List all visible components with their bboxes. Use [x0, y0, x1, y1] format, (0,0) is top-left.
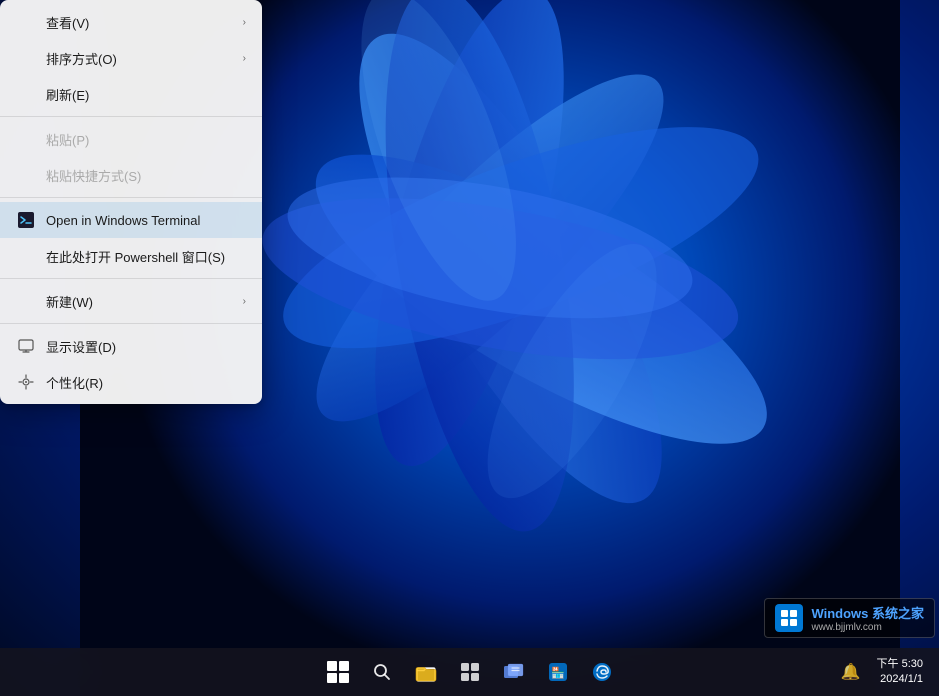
menu-item-new[interactable]: 新建(W) ›	[0, 283, 262, 319]
notification-icon[interactable]: 🔔	[837, 658, 865, 686]
watermark-title-prefix: Windows	[811, 606, 872, 621]
store-button[interactable]: 🏪	[538, 652, 578, 692]
separator-4	[0, 323, 262, 324]
menu-item-powershell[interactable]: 在此处打开 Powershell 窗口(S)	[0, 238, 262, 274]
watermark-windows-icon	[775, 604, 803, 632]
context-menu: 查看(V) › 排序方式(O) › 刷新(E) 粘贴(P) 粘贴快捷方式(S)	[0, 0, 262, 404]
taskbar: 🏪 🔔 下午 5:30 2024/1/1	[0, 648, 939, 696]
store-icon: 🏪	[547, 661, 569, 683]
display-icon	[16, 336, 36, 356]
separator-2	[0, 197, 262, 198]
clock-date: 2024/1/1	[877, 672, 923, 687]
edge-button[interactable]	[582, 652, 622, 692]
file-explorer-button[interactable]	[406, 652, 446, 692]
menu-item-paste[interactable]: 粘贴(P)	[0, 121, 262, 157]
menu-item-view[interactable]: 查看(V) ›	[0, 4, 262, 40]
menu-item-powershell-label: 在此处打开 Powershell 窗口(S)	[46, 247, 246, 266]
powershell-icon	[16, 246, 36, 266]
watermark-title: Windows 系统之家	[811, 603, 924, 622]
view-submenu-arrow: ›	[243, 17, 246, 28]
personalize-icon	[16, 372, 36, 392]
menu-item-sort[interactable]: 排序方式(O) ›	[0, 40, 262, 76]
watermark-text: Windows 系统之家 www.bjjmlv.com	[811, 603, 924, 633]
start-button[interactable]	[318, 652, 358, 692]
menu-item-refresh[interactable]: 刷新(E)	[0, 76, 262, 112]
menu-item-new-label: 新建(W)	[46, 292, 243, 311]
new-submenu-arrow: ›	[243, 296, 246, 307]
widgets-icon	[459, 661, 481, 683]
clock-time: 下午 5:30	[877, 657, 923, 672]
separator-3	[0, 278, 262, 279]
watermark-title-colored: 系统之家	[872, 606, 924, 621]
separator-1	[0, 116, 262, 117]
menu-item-personalize[interactable]: 个性化(R)	[0, 364, 262, 400]
windows-logo-icon	[327, 661, 349, 683]
edge-icon	[591, 661, 613, 683]
taskbar-center-icons: 🏪	[318, 652, 622, 692]
folders-button[interactable]	[494, 652, 534, 692]
menu-item-view-label: 查看(V)	[46, 13, 243, 32]
paste-icon	[16, 129, 36, 149]
paste-shortcut-icon	[16, 165, 36, 185]
search-icon	[372, 662, 392, 682]
watermark-subtitle: www.bjjmlv.com	[811, 622, 924, 633]
menu-item-refresh-label: 刷新(E)	[46, 85, 246, 104]
taskbar-right: 🔔 下午 5:30 2024/1/1	[837, 648, 939, 696]
new-icon	[16, 291, 36, 311]
menu-item-paste-label: 粘贴(P)	[46, 130, 246, 149]
sort-submenu-arrow: ›	[243, 53, 246, 64]
refresh-icon	[16, 84, 36, 104]
widgets-button[interactable]	[450, 652, 490, 692]
svg-text:🏪: 🏪	[551, 667, 565, 680]
view-icon	[16, 12, 36, 32]
menu-item-terminal[interactable]: Open in Windows Terminal	[0, 202, 262, 238]
folders-icon	[503, 661, 525, 683]
desktop: 查看(V) › 排序方式(O) › 刷新(E) 粘贴(P) 粘贴快捷方式(S)	[0, 0, 939, 696]
terminal-icon	[16, 210, 36, 230]
sort-icon	[16, 48, 36, 68]
menu-item-sort-label: 排序方式(O)	[46, 49, 243, 68]
menu-item-display-label: 显示设置(D)	[46, 337, 246, 356]
search-button[interactable]	[362, 652, 402, 692]
file-explorer-icon	[415, 661, 437, 683]
menu-item-display[interactable]: 显示设置(D)	[0, 328, 262, 364]
menu-item-terminal-label: Open in Windows Terminal	[46, 213, 246, 228]
menu-item-personalize-label: 个性化(R)	[46, 373, 246, 392]
watermark-badge: Windows 系统之家 www.bjjmlv.com	[764, 598, 935, 638]
menu-item-paste-shortcut[interactable]: 粘贴快捷方式(S)	[0, 157, 262, 193]
clock-area[interactable]: 下午 5:30 2024/1/1	[869, 657, 931, 688]
menu-item-paste-shortcut-label: 粘贴快捷方式(S)	[46, 166, 246, 185]
